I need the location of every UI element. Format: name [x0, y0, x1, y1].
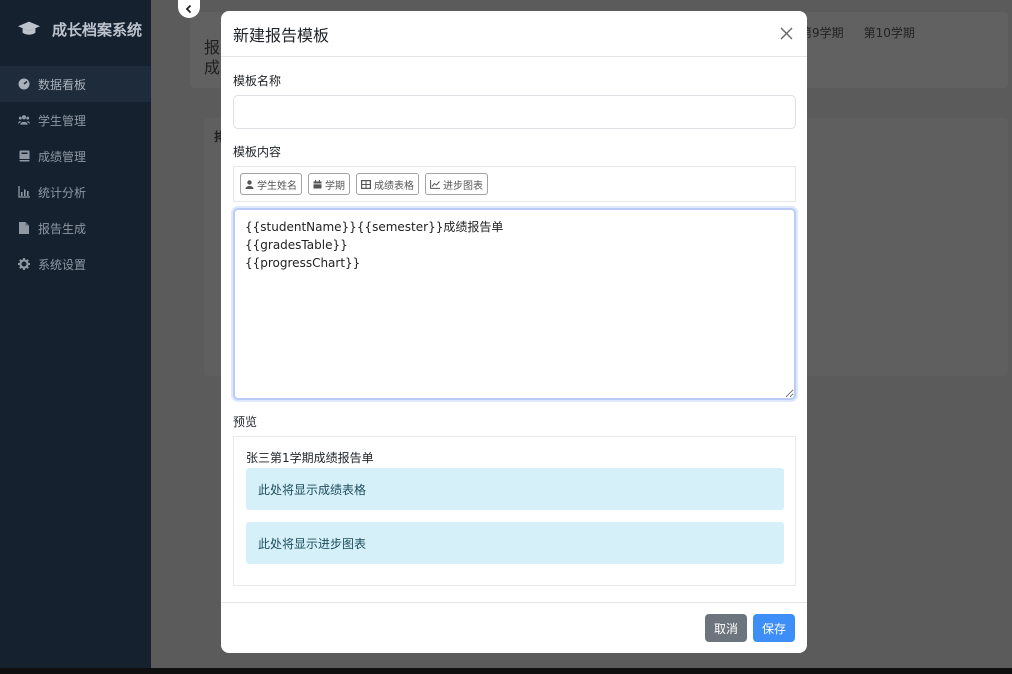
users-icon [18, 114, 30, 126]
toolbar-button-label: 学生姓名 [257, 180, 297, 192]
semester-tab[interactable]: 第10学期 [864, 24, 915, 41]
toolbar-button-label: 学期 [325, 180, 345, 192]
sidebar: 成长档案系统 数据看板 学生管理 成绩管理 统计分析 报告生成 系统设置 [0, 0, 151, 668]
table-icon [361, 179, 371, 189]
modal-footer: 取消 保存 [221, 602, 807, 653]
calendar-icon [313, 179, 322, 188]
sidebar-item-label: 系统设置 [38, 257, 87, 272]
chevron-left-icon [185, 4, 192, 14]
new-template-modal: 新建报告模板 模板名称 模板内容 学生姓名 学期 成绩表格 进步图表 {{stu… [221, 11, 807, 653]
insert-semester-button[interactable]: 学期 [308, 173, 350, 195]
brand-title: 成长档案系统 [52, 20, 143, 39]
sidebar-item-label: 数据看板 [38, 77, 87, 92]
modal-title: 新建报告模板 [233, 25, 330, 45]
template-content-label: 模板内容 [233, 145, 282, 159]
sidebar-item-grades[interactable]: 成绩管理 [0, 138, 151, 174]
file-icon [18, 222, 30, 234]
toolbar-button-label: 成绩表格 [374, 180, 414, 192]
template-content-editor[interactable] [233, 208, 796, 400]
progress-chart-placeholder: 此处将显示进步图表 [246, 522, 784, 564]
sidebar-item-dashboard[interactable]: 数据看板 [0, 66, 151, 102]
cancel-button[interactable]: 取消 [704, 614, 747, 642]
sidebar-nav: 数据看板 学生管理 成绩管理 统计分析 报告生成 系统设置 [0, 66, 151, 282]
template-toolbar: 学生姓名 学期 成绩表格 进步图表 [233, 166, 796, 202]
template-name-input[interactable] [233, 95, 796, 129]
modal-body: 模板名称 模板内容 学生姓名 学期 成绩表格 进步图表 预览 张三第1 [221, 57, 807, 586]
background-semester-tabs: 第9学期 第10学期 [800, 24, 915, 41]
bottom-bar [0, 668, 1012, 674]
sidebar-item-label: 成绩管理 [38, 149, 87, 164]
line-chart-icon [430, 179, 440, 189]
save-button[interactable]: 保存 [752, 614, 795, 642]
insert-progress-chart-button[interactable]: 进步图表 [425, 173, 488, 195]
sidebar-item-label: 学生管理 [38, 113, 87, 128]
book-icon [18, 150, 30, 162]
background-heading-line2: 成 [204, 58, 221, 77]
close-button[interactable] [777, 25, 795, 43]
brand: 成长档案系统 [0, 0, 151, 58]
insert-grades-table-button[interactable]: 成绩表格 [356, 173, 419, 195]
sidebar-item-statistics[interactable]: 统计分析 [0, 174, 151, 210]
chart-icon [18, 186, 30, 198]
graduation-cap-icon [18, 21, 40, 35]
gear-icon [18, 258, 30, 270]
preview-label: 预览 [233, 415, 258, 429]
sidebar-item-label: 报告生成 [38, 221, 87, 236]
sidebar-item-students[interactable]: 学生管理 [0, 102, 151, 138]
sidebar-item-reports[interactable]: 报告生成 [0, 210, 151, 246]
insert-student-name-button[interactable]: 学生姓名 [240, 173, 302, 195]
template-name-label: 模板名称 [233, 74, 282, 88]
sidebar-item-settings[interactable]: 系统设置 [0, 246, 151, 282]
modal-header: 新建报告模板 [221, 11, 807, 57]
user-icon [245, 179, 254, 189]
template-preview: 张三第1学期成绩报告单 此处将显示成绩表格 此处将显示进步图表 [233, 436, 796, 586]
close-icon [780, 27, 792, 40]
preview-title: 张三第1学期成绩报告单 [246, 451, 374, 465]
toolbar-button-label: 进步图表 [443, 180, 483, 192]
dashboard-icon [18, 78, 30, 90]
sidebar-item-label: 统计分析 [38, 185, 87, 200]
grades-table-placeholder: 此处将显示成绩表格 [246, 468, 784, 510]
